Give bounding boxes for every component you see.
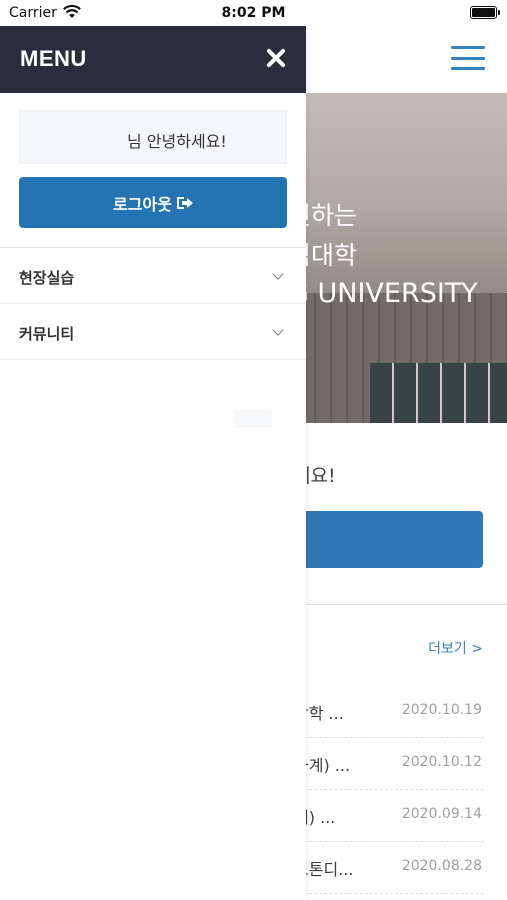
close-icon[interactable] [264, 46, 288, 70]
drawer-title: MENU [20, 46, 87, 71]
user-greeting-box: 님 안녕하세요! [19, 110, 287, 164]
user-greeting: 님 안녕하세요! [127, 132, 227, 151]
status-bar: Carrier 8:02 PM [0, 0, 507, 26]
drawer-header: MENU [0, 26, 306, 93]
menu-item-label: 커뮤니티 [19, 325, 75, 343]
menu-item-field-practice[interactable]: 현장실습 [0, 248, 306, 304]
clock: 8:02 PM [221, 5, 286, 21]
faded-placeholder [234, 410, 272, 428]
chevron-down-icon [272, 324, 284, 336]
battery-icon [470, 6, 500, 19]
menu-item-community[interactable]: 커뮤니티 [0, 304, 306, 360]
chevron-down-icon [272, 268, 284, 280]
menu-item-label: 현장실습 [19, 269, 75, 287]
side-drawer: MENU 님 안녕하세요! 로그아웃 현장실습 커뮤니티 [0, 26, 306, 900]
sign-out-icon [176, 196, 193, 210]
drawer-scrim[interactable] [306, 26, 507, 900]
logout-button[interactable]: 로그아웃 [19, 177, 287, 228]
drawer-menu: 현장실습 커뮤니티 [0, 247, 306, 360]
logout-label: 로그아웃 [113, 194, 172, 214]
